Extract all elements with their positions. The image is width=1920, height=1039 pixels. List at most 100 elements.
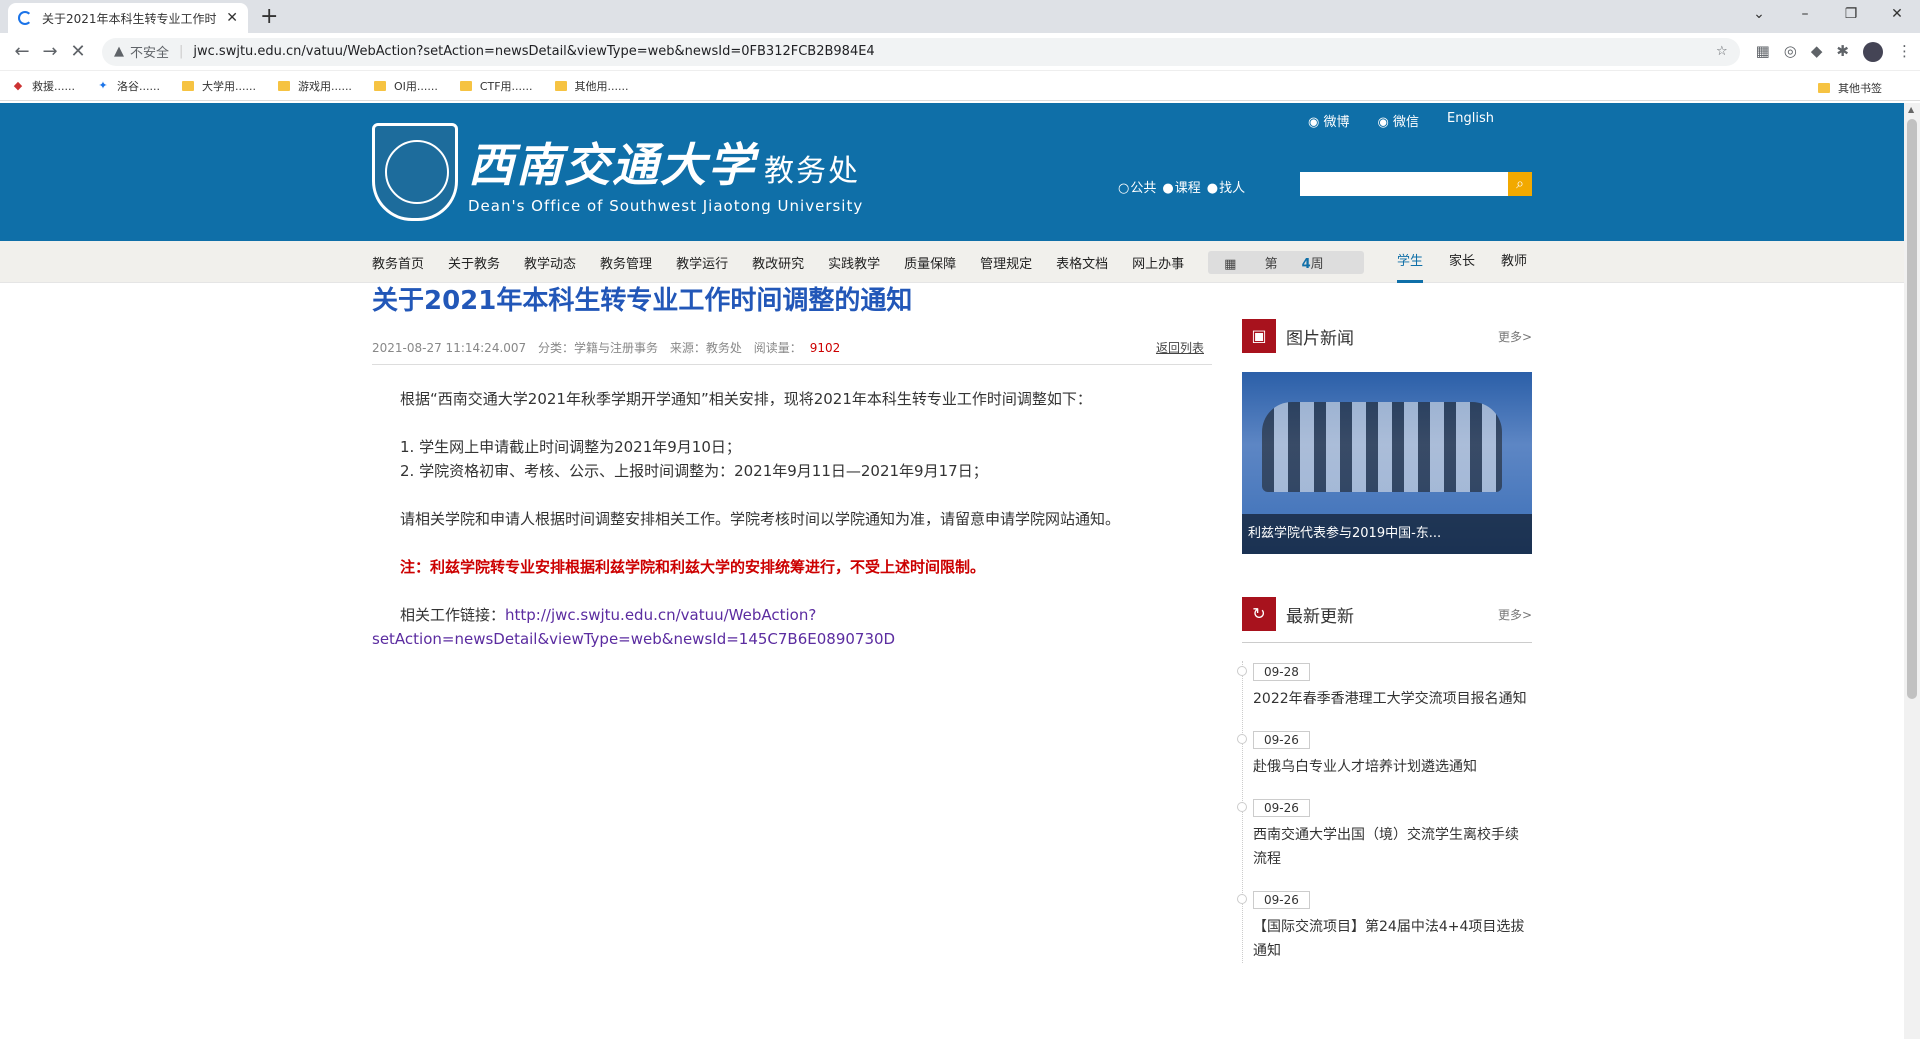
close-tab-icon[interactable]: ✕ [226, 10, 238, 26]
folder-icon [459, 80, 472, 91]
group-photo [1262, 402, 1502, 492]
bookmark-item[interactable]: ◆ 救援...... [12, 78, 75, 94]
role-tab-student[interactable]: 学生 [1397, 241, 1424, 283]
link-label: 相关工作链接： [400, 606, 506, 624]
more-link[interactable]: 更多> [1498, 328, 1532, 345]
english-link[interactable]: English [1447, 111, 1494, 130]
nav-item[interactable]: 表格文档 [1056, 253, 1108, 272]
search-icon[interactable]: ⌕ [1508, 172, 1532, 196]
news-link[interactable]: 2022年春季香港理工大学交流项目报名通知 [1253, 687, 1532, 711]
role-tab-teacher[interactable]: 教师 [1501, 241, 1527, 283]
tab-title: 关于2021年本科生转专业工作时 [42, 11, 217, 26]
nav-item[interactable]: 教学动态 [524, 253, 576, 272]
bookmark-folder[interactable]: 其他用...... [554, 78, 629, 94]
nav-item[interactable]: 管理规定 [980, 253, 1032, 272]
bookmark-label: 救援...... [32, 79, 75, 93]
extension-icon[interactable]: ◆ [1811, 42, 1823, 62]
photo-news-section: ▣ 图片新闻 更多> 利兹学院代表参与2019中国-东... [1242, 318, 1532, 554]
bookmark-folder[interactable]: 大学用...... [181, 78, 256, 94]
bookmark-label: 其他书签 [1838, 82, 1882, 95]
bookmark-label: 大学用...... [201, 79, 256, 93]
menu-icon[interactable]: ⋮ [1897, 42, 1912, 62]
views-label: 阅读量： 9102 [753, 341, 841, 355]
nav-item[interactable]: 教学运行 [676, 253, 728, 272]
weibo-link[interactable]: ◉ 微博 [1308, 111, 1350, 130]
scope-radio-people[interactable]: 找人 [1207, 177, 1245, 196]
social-links: ◉ 微博 ◉ 微信 English [1308, 111, 1494, 130]
role-tab-parent[interactable]: 家长 [1449, 241, 1475, 283]
address-bar[interactable]: ▲ 不安全 | jwc.swjtu.edu.cn/vatuu/WebAction… [102, 37, 1740, 66]
bookmark-folder[interactable]: CTF用...... [459, 78, 533, 94]
bookmark-label: 游戏用...... [297, 79, 352, 93]
nav-item[interactable]: 网上办事 [1132, 253, 1184, 272]
wechat-link[interactable]: ◉ 微信 [1378, 111, 1420, 130]
nav-item[interactable]: 质量保障 [904, 253, 956, 272]
stop-icon[interactable]: ✕ [64, 41, 92, 62]
extension-icon[interactable]: ◎ [1784, 42, 1797, 62]
tab-search-icon[interactable]: ⌄ [1736, 0, 1782, 28]
puzzle-icon[interactable]: ✱ [1836, 42, 1849, 62]
back-icon[interactable]: ← [8, 41, 36, 62]
timeline-dot [1237, 666, 1247, 676]
scope-radio-public[interactable]: 公共 [1118, 177, 1156, 196]
list-item[interactable]: 09-26 西南交通大学出国（境）交流学生离校手续流程 [1237, 797, 1532, 871]
minimize-button[interactable]: – [1782, 0, 1828, 28]
timeline-dot [1237, 802, 1247, 812]
list-item[interactable]: 09-26 【国际交流项目】第24届中法4+4项目选拔通知 [1237, 889, 1532, 963]
bookmark-folder[interactable]: OI用...... [373, 78, 438, 94]
article-meta: 2021-08-27 11:14:24.007 分类：学籍与注册事务 来源：教务… [372, 339, 1212, 365]
url-text[interactable]: jwc.swjtu.edu.cn/vatuu/WebAction?setActi… [193, 44, 1716, 59]
restore-button[interactable]: ❐ [1828, 0, 1874, 28]
photo-news-image[interactable]: 利兹学院代表参与2019中国-东... [1242, 372, 1532, 554]
bookmark-folder[interactable]: 游戏用...... [277, 78, 352, 94]
logo-en: Dean's Office of Southwest Jiaotong Univ… [468, 197, 864, 215]
logo-text: 西南交通大学 教务处 Dean's Office of Southwest Jia… [468, 129, 863, 215]
news-link[interactable]: 赴俄乌白专业人才培养计划遴选通知 [1253, 755, 1532, 779]
search-scope: 公共 课程 找人 [1118, 177, 1245, 196]
bookmark-label: 其他用...... [574, 79, 629, 93]
folder-icon [1818, 83, 1830, 93]
list-item[interactable]: 09-26 赴俄乌白专业人才培养计划遴选通知 [1237, 729, 1532, 779]
news-link[interactable]: 西南交通大学出国（境）交流学生离校手续流程 [1253, 823, 1532, 871]
timeline-dot [1237, 894, 1247, 904]
nav-item[interactable]: 教务首页 [372, 253, 424, 272]
close-window-button[interactable]: ✕ [1874, 0, 1920, 28]
warning-icon[interactable]: ▲ [114, 44, 124, 59]
note-paragraph: 注：利兹学院转专业安排根据利兹学院和利兹大学的安排统筹进行，不受上述时间限制。 [400, 558, 986, 576]
timeline-dot [1237, 734, 1247, 744]
other-bookmarks[interactable]: 其他书签 [1818, 80, 1882, 96]
more-link[interactable]: 更多> [1498, 606, 1532, 623]
folder-icon [181, 80, 194, 91]
profile-avatar[interactable] [1863, 41, 1883, 62]
back-to-list-link[interactable]: 返回列表 [1156, 339, 1204, 356]
browser-tab[interactable]: 关于2021年本科生转专业工作时 ✕ [8, 3, 248, 33]
new-tab-button[interactable]: + [260, 4, 278, 29]
favicon-icon: ◆ [13, 78, 23, 92]
latest-news-section: ↻ 最新更新 更多> 09-28 2022年春季香港理工大学交流项目报名通知 0… [1237, 596, 1532, 981]
forward-icon[interactable]: → [36, 41, 64, 62]
article-body: 根据“西南交通大学2021年秋季学期开学通知”相关安排，现将2021年本科生转专… [372, 387, 1212, 651]
divider [1242, 642, 1532, 643]
section-title: 最新更新 [1286, 606, 1354, 627]
extension-icon[interactable]: ▦ [1756, 42, 1770, 62]
web-page: 西南交通大学 教务处 Dean's Office of Southwest Jia… [0, 103, 1904, 1039]
list-item: 1. 学生网上申请截止时间调整为2021年9月10日； [400, 438, 741, 456]
nav-item[interactable]: 实践教学 [828, 253, 880, 272]
scroll-up-icon[interactable]: ▲ [1908, 105, 1914, 114]
bookmark-star-icon[interactable]: ☆ [1716, 44, 1728, 59]
nav-item[interactable]: 关于教务 [448, 253, 500, 272]
bookmark-item[interactable]: ✦ 洛谷...... [97, 78, 160, 94]
page-scrollbar[interactable]: ▲ [1904, 103, 1920, 1039]
security-label[interactable]: 不安全 [130, 42, 169, 61]
scrollbar-thumb[interactable] [1907, 119, 1917, 699]
extensions-area: ▦ ◎ ◆ ✱ ⋮ [1756, 41, 1912, 62]
scope-radio-course[interactable]: 课程 [1162, 177, 1201, 196]
site-logo[interactable]: 西南交通大学 教务处 Dean's Office of Southwest Jia… [372, 123, 863, 221]
nav-item[interactable]: 教改研究 [752, 253, 804, 272]
search-input[interactable] [1300, 172, 1508, 196]
list-item[interactable]: 09-28 2022年春季香港理工大学交流项目报名通知 [1237, 661, 1532, 711]
calendar-icon: ▦ [1224, 256, 1237, 272]
news-link[interactable]: 【国际交流项目】第24届中法4+4项目选拔通知 [1253, 915, 1532, 963]
nav-item[interactable]: 教务管理 [600, 253, 652, 272]
photo-caption[interactable]: 利兹学院代表参与2019中国-东... [1242, 514, 1532, 554]
